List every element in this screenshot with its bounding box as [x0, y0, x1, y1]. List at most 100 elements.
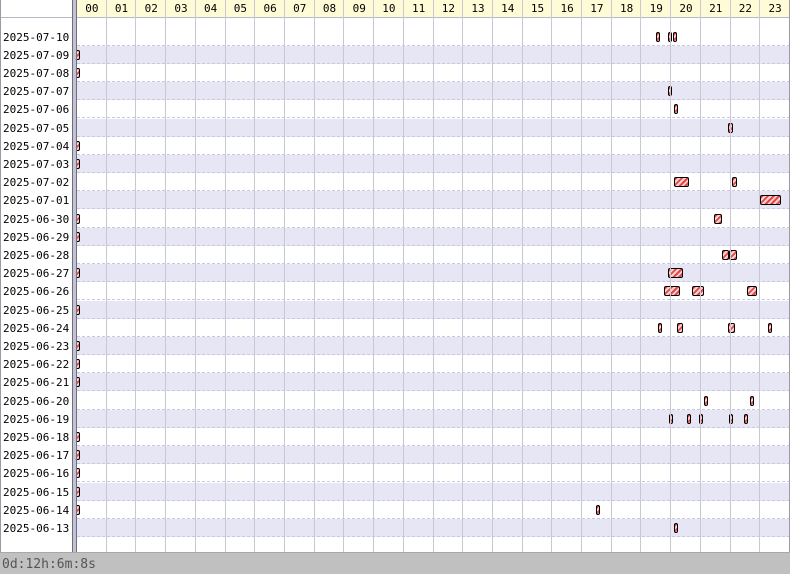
date-label: 2025-07-03: [3, 157, 70, 171]
date-label: 2025-07-10: [3, 30, 70, 44]
date-label: 2025-06-24: [3, 321, 70, 335]
date-label: 2025-07-02: [3, 176, 70, 190]
hour-label-21: 21: [709, 2, 723, 15]
hour-label-06: 06: [263, 2, 277, 15]
date-label: 2025-07-05: [3, 121, 70, 135]
date-track: [74, 482, 789, 501]
hour-gridline: [135, 0, 137, 552]
hour-label-23: 23: [768, 2, 782, 15]
hour-gridline: [254, 0, 256, 552]
session-bar[interactable]: [674, 522, 679, 533]
date-track: [77, 173, 789, 192]
session-bar[interactable]: [686, 413, 691, 424]
session-bar[interactable]: [655, 31, 660, 42]
date-label: 2025-06-14: [3, 503, 70, 517]
date-track: [74, 373, 789, 392]
date-label: 2025-06-30: [3, 212, 70, 226]
hour-label-13: 13: [471, 2, 485, 15]
hour-label-08: 08: [322, 2, 337, 15]
date-track: [77, 392, 789, 410]
hour-label-12: 12: [441, 2, 455, 15]
hour-label-11: 11: [412, 2, 426, 15]
hour-label-18: 18: [619, 2, 634, 15]
hour-label-07: 07: [293, 2, 307, 15]
hour-gridline: [402, 0, 404, 552]
hour-gridline: [521, 0, 523, 552]
session-bar[interactable]: [767, 322, 772, 333]
date-track: [74, 227, 789, 246]
date-label: 2025-07-07: [3, 85, 70, 99]
date-label: 2025-06-18: [3, 430, 70, 444]
date-label: 2025-06-22: [3, 358, 70, 372]
hour-label-17: 17: [590, 2, 604, 15]
date-track: [74, 355, 789, 374]
date-track: [74, 300, 789, 319]
session-bar[interactable]: [743, 413, 749, 424]
date-label: 2025-06-23: [3, 339, 70, 353]
hour-label-03: 03: [174, 2, 188, 15]
date-label: 2025-06-20: [3, 394, 70, 408]
session-bar[interactable]: [674, 104, 679, 115]
hour-gridline: [699, 0, 701, 552]
date-track: [77, 118, 789, 137]
date-track: [77, 191, 789, 210]
hour-label-22: 22: [738, 2, 753, 15]
date-label: 2025-06-16: [3, 467, 70, 481]
date-track: [74, 264, 789, 283]
session-bar[interactable]: [760, 195, 782, 206]
hour-gridline: [283, 0, 285, 552]
timeline-panel: 00 01 02 03 04 05 06 07 08 09 10 11 12 13 14 15 16 17 18 19…: [0, 0, 790, 552]
session-bar[interactable]: [732, 177, 737, 188]
status-bar: 0d:12h:6m:8s: [0, 552, 790, 574]
hour-header: 00 01 02 03 04 05 06 07 08 09 10 11 12 13 14 15 16 17 18 19…: [77, 0, 789, 18]
hour-gridline: [729, 0, 731, 552]
date-label: 2025-06-15: [3, 485, 70, 499]
session-bar[interactable]: [596, 504, 601, 515]
session-bar[interactable]: [749, 395, 754, 406]
date-label: 2025-07-09: [3, 48, 70, 62]
session-bar[interactable]: [677, 322, 684, 333]
header-corner: [1, 0, 73, 18]
date-track: [74, 464, 789, 483]
session-bar[interactable]: [714, 213, 723, 224]
date-track: [77, 518, 789, 537]
hour-gridline: [759, 0, 761, 552]
hour-label-00: 00: [85, 2, 99, 15]
session-bar[interactable]: [746, 286, 758, 297]
hour-label-15: 15: [530, 2, 545, 15]
date-label: 2025-07-01: [3, 194, 70, 208]
date-track: [77, 82, 789, 101]
date-label: 2025-06-25: [3, 303, 70, 317]
session-bar[interactable]: [674, 177, 689, 188]
date-track: [74, 210, 789, 228]
date-track: [74, 64, 789, 82]
date-label: 2025-06-19: [3, 412, 70, 426]
session-bar[interactable]: [672, 31, 677, 42]
hour-label-09: 09: [352, 2, 366, 15]
date-track: [74, 501, 789, 519]
date-track: [74, 446, 789, 465]
hour-label-20: 20: [679, 2, 693, 15]
session-bar[interactable]: [691, 286, 704, 297]
date-track: [74, 45, 789, 64]
hour-label-05: 05: [233, 2, 247, 15]
date-track: [77, 28, 789, 46]
date-label: 2025-07-06: [3, 103, 70, 117]
hour-label-16: 16: [560, 2, 574, 15]
column-divider[interactable]: [72, 0, 77, 552]
hour-gridline: [165, 0, 167, 552]
session-bar[interactable]: [721, 249, 730, 260]
hour-gridline: [462, 0, 464, 552]
date-label: 2025-06-17: [3, 449, 70, 463]
date-label: 2025-06-13: [3, 521, 70, 535]
session-bar[interactable]: [657, 322, 662, 333]
date-label: 2025-06-26: [3, 285, 70, 299]
date-track: [74, 428, 789, 446]
hour-gridline: [491, 0, 493, 552]
date-track: [77, 282, 789, 301]
hour-label-01: 01: [114, 2, 129, 15]
session-bar[interactable]: [703, 395, 708, 406]
session-bar[interactable]: [663, 286, 681, 297]
date-track: [77, 246, 789, 264]
hour-gridline: [640, 0, 642, 552]
